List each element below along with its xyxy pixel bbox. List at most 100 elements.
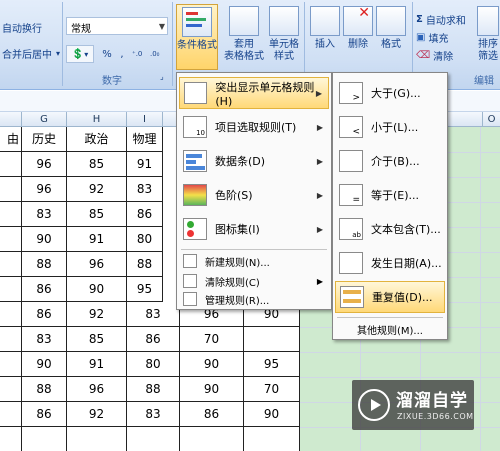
cell-styles-button[interactable]: 单元格 样式 bbox=[266, 4, 302, 70]
menu-item-clear-rules[interactable]: 清除规则(C) ▶ bbox=[179, 271, 329, 291]
number-format-select[interactable]: 常规 ▼ bbox=[66, 17, 168, 35]
column-header-o[interactable]: O bbox=[483, 112, 500, 127]
table-cell[interactable] bbox=[0, 277, 22, 302]
clear-button[interactable]: ⌫ 清除 bbox=[416, 46, 453, 64]
column-header-g[interactable]: G bbox=[22, 112, 67, 127]
table-cell[interactable]: 92 bbox=[67, 177, 127, 202]
delete-button[interactable]: ✕ 删除 bbox=[342, 4, 374, 70]
table-cell[interactable]: 91 bbox=[67, 227, 127, 252]
table-cell[interactable] bbox=[0, 427, 22, 451]
menu-item-color-scales[interactable]: 色阶(S) ▶ bbox=[179, 179, 329, 211]
table-cell[interactable] bbox=[0, 177, 22, 202]
table-cell[interactable]: 70 bbox=[180, 327, 244, 352]
table-cell[interactable]: 96 bbox=[67, 252, 127, 277]
increase-decimal-button[interactable]: ⁺.0 bbox=[132, 45, 148, 63]
autosum-button[interactable]: Σ 自动求和 bbox=[416, 10, 466, 28]
table-header-cell[interactable]: 历史 bbox=[22, 127, 67, 152]
table-cell[interactable] bbox=[0, 202, 22, 227]
table-cell[interactable] bbox=[180, 427, 244, 451]
table-cell[interactable]: 88 bbox=[22, 252, 67, 277]
table-cell[interactable]: 96 bbox=[22, 152, 67, 177]
table-cell[interactable]: 86 bbox=[22, 277, 67, 302]
table-header-cell[interactable]: 由 bbox=[0, 127, 22, 152]
table-cell[interactable]: 86 bbox=[127, 327, 180, 352]
table-cell[interactable] bbox=[244, 327, 300, 352]
table-cell[interactable] bbox=[244, 427, 300, 451]
table-cell[interactable] bbox=[0, 352, 22, 377]
menu-item-between[interactable]: 介于(B)... bbox=[335, 145, 445, 177]
table-cell[interactable] bbox=[22, 427, 67, 451]
menu-item-data-bars[interactable]: 数据条(D) ▶ bbox=[179, 145, 329, 177]
menu-item-more-rules[interactable]: 其他规则(M)... bbox=[335, 319, 445, 339]
menu-item-icon-sets[interactable]: 图标集(I) ▶ bbox=[179, 213, 329, 245]
table-cell[interactable]: 90 bbox=[22, 227, 67, 252]
menu-item-top-bottom-rules[interactable]: 10 项目选取规则(T) ▶ bbox=[179, 111, 329, 143]
table-cell[interactable]: 80 bbox=[127, 352, 180, 377]
column-header-h[interactable]: H bbox=[67, 112, 127, 127]
table-cell[interactable]: 86 bbox=[127, 202, 163, 227]
table-header-cell[interactable]: 物理 bbox=[127, 127, 163, 152]
fill-button[interactable]: ▣ 填充 bbox=[416, 28, 448, 46]
table-cell[interactable] bbox=[0, 252, 22, 277]
conditional-format-button[interactable]: 条件格式 bbox=[176, 4, 218, 70]
table-cell[interactable]: 70 bbox=[244, 377, 300, 402]
table-cell[interactable]: 85 bbox=[67, 327, 127, 352]
menu-item-greater-than[interactable]: > 大于(G)... bbox=[335, 77, 445, 109]
table-cell[interactable]: 88 bbox=[127, 377, 180, 402]
menu-item-highlight-rules[interactable]: 突出显示单元格规则(H) ▶ bbox=[179, 77, 329, 109]
table-cell[interactable]: 92 bbox=[67, 302, 127, 327]
table-header-cell[interactable]: 政治 bbox=[67, 127, 127, 152]
table-cell[interactable] bbox=[0, 227, 22, 252]
table-cell[interactable]: 83 bbox=[22, 327, 67, 352]
menu-item-new-rule[interactable]: 新建规则(N)... bbox=[179, 251, 329, 271]
table-cell[interactable]: 91 bbox=[67, 352, 127, 377]
table-cell[interactable]: 85 bbox=[67, 202, 127, 227]
table-cell[interactable]: 90 bbox=[180, 377, 244, 402]
decrease-decimal-button[interactable]: .0₀ bbox=[150, 45, 166, 63]
format-as-table-button[interactable]: 套用 表格格式 bbox=[222, 4, 266, 70]
table-cell[interactable]: 83 bbox=[127, 402, 180, 427]
menu-item-manage-rules[interactable]: 管理规则(R)... bbox=[179, 289, 329, 309]
dialog-launcher-icon[interactable]: ⌟ bbox=[160, 72, 164, 81]
table-cell[interactable] bbox=[127, 427, 180, 451]
comma-button[interactable]: , bbox=[116, 45, 128, 63]
table-cell[interactable] bbox=[0, 327, 22, 352]
menu-item-equal-to[interactable]: = 等于(E)... bbox=[335, 179, 445, 211]
table-cell[interactable] bbox=[67, 427, 127, 451]
merge-dropdown-icon[interactable]: ▾ bbox=[56, 49, 60, 58]
table-cell[interactable]: 92 bbox=[67, 402, 127, 427]
table-cell[interactable]: 86 bbox=[22, 402, 67, 427]
table-cell[interactable]: 91 bbox=[127, 152, 163, 177]
merge-center-button[interactable]: 合并后居中 ▾ bbox=[2, 44, 60, 62]
table-cell[interactable]: 90 bbox=[67, 277, 127, 302]
column-header[interactable] bbox=[443, 112, 483, 127]
table-cell[interactable]: 88 bbox=[127, 252, 163, 277]
table-cell[interactable]: 85 bbox=[67, 152, 127, 177]
menu-item-date-occurring[interactable]: 发生日期(A)... bbox=[335, 247, 445, 279]
table-cell[interactable]: 96 bbox=[67, 377, 127, 402]
table-cell[interactable] bbox=[0, 152, 22, 177]
table-cell[interactable]: 88 bbox=[22, 377, 67, 402]
column-header[interactable] bbox=[0, 112, 22, 127]
table-cell[interactable]: 96 bbox=[22, 177, 67, 202]
table-cell[interactable]: 83 bbox=[127, 177, 163, 202]
sort-filter-button[interactable]: 排序 筛选 bbox=[474, 4, 500, 70]
table-cell[interactable]: 86 bbox=[22, 302, 67, 327]
percent-button[interactable]: % bbox=[98, 45, 116, 63]
table-cell[interactable]: 80 bbox=[127, 227, 163, 252]
wrap-text-button[interactable]: 自动换行 bbox=[2, 18, 42, 36]
table-cell[interactable]: 86 bbox=[180, 402, 244, 427]
table-cell[interactable]: 83 bbox=[22, 202, 67, 227]
table-cell[interactable]: 95 bbox=[127, 277, 163, 302]
table-cell[interactable]: 90 bbox=[244, 402, 300, 427]
menu-item-duplicate-values[interactable]: 重复值(D)... bbox=[335, 281, 445, 313]
table-cell[interactable]: 95 bbox=[244, 352, 300, 377]
column-header-i[interactable]: I bbox=[127, 112, 163, 127]
currency-format-button[interactable]: 💲 ▾ bbox=[66, 45, 94, 63]
insert-button[interactable]: 插入 bbox=[308, 4, 342, 70]
table-cell[interactable]: 90 bbox=[22, 352, 67, 377]
table-cell[interactable]: 83 bbox=[127, 302, 180, 327]
table-cell[interactable] bbox=[0, 402, 22, 427]
menu-item-text-contains[interactable]: ab 文本包含(T)... bbox=[335, 213, 445, 245]
table-cell[interactable] bbox=[0, 302, 22, 327]
